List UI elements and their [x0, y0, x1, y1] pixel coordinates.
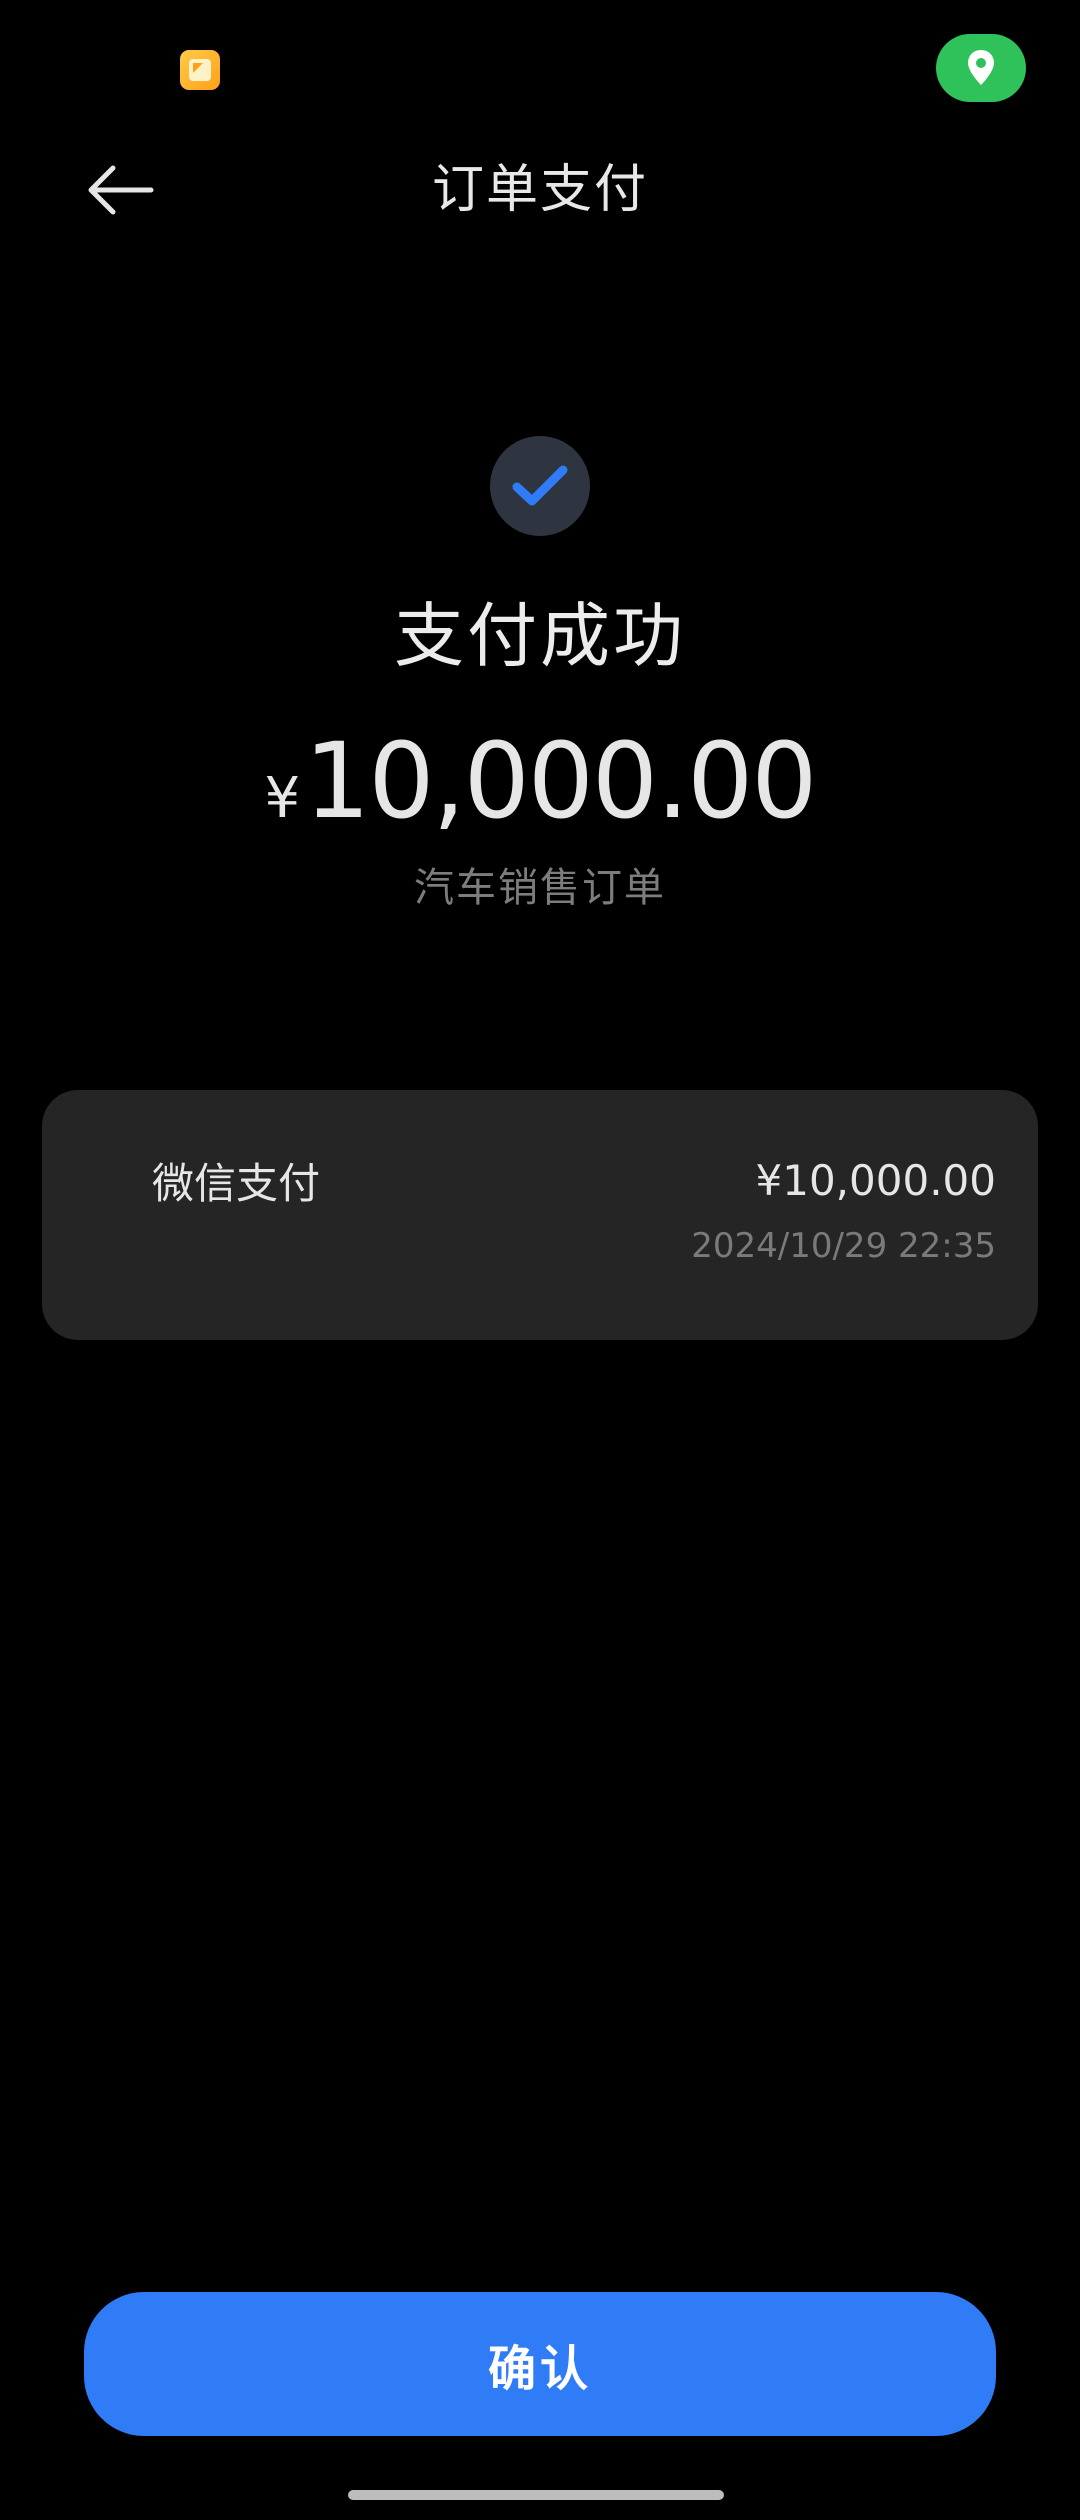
header: 订单支付: [0, 130, 1080, 250]
payment-amount: ¥10,000.00: [755, 1156, 996, 1205]
location-pin-icon[interactable]: [936, 34, 1026, 102]
home-indicator[interactable]: [348, 2490, 724, 2500]
status-bar: [0, 0, 1080, 130]
currency-symbol: ¥: [264, 766, 301, 831]
payment-method: 微信支付: [152, 1159, 321, 1208]
success-check-badge: [490, 436, 590, 536]
check-icon: [512, 465, 568, 506]
gallery-notification-icon: [180, 50, 220, 90]
amount-value: 10,000.00: [304, 720, 817, 842]
payment-success-title: 支付成功: [394, 595, 686, 677]
payment-time: 2024/10/29 22:35: [691, 1226, 996, 1266]
confirm-button[interactable]: 确认: [84, 2292, 996, 2436]
order-type-label: 汽车销售订单: [414, 865, 666, 911]
payment-detail-card: 微信支付 ¥10,000.00 2024/10/29 22:35: [42, 1090, 1038, 1340]
arrow-left-icon: [88, 165, 154, 215]
paid-amount: ¥10,000.00: [0, 720, 1080, 842]
back-button[interactable]: [70, 150, 170, 230]
